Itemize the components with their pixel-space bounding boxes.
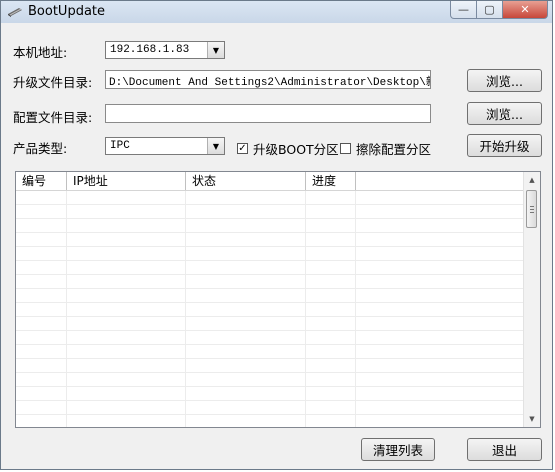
grid-line (305, 191, 306, 427)
upgrade-dir-label: 升级文件目录: (13, 75, 93, 90)
grid-line (16, 330, 525, 331)
product-type-label: 产品类型: (13, 141, 68, 156)
clear-list-button[interactable]: 清理列表 (361, 438, 435, 461)
grip-line (530, 206, 534, 207)
upgrade-boot-label: 升级BOOT分区 (253, 142, 339, 157)
exit-button[interactable]: 退出 (467, 438, 542, 461)
upgrade-boot-checkbox[interactable]: ✓ 升级BOOT分区 (237, 139, 339, 158)
main-window: BootUpdate — ▢ ✕ 本机地址: 192.168.1.83 ▼ 升级… (0, 0, 553, 470)
grid-line (185, 191, 186, 427)
title-bar[interactable]: BootUpdate — ▢ ✕ (1, 1, 552, 23)
scroll-down-arrow-icon[interactable]: ▼ (524, 411, 540, 427)
scroll-up-arrow-icon[interactable]: ▲ (524, 172, 540, 188)
upgrade-dir-value: D:\Document And Settings2\Administrator\… (109, 77, 431, 89)
upgrade-dir-field[interactable]: D:\Document And Settings2\Administrator\… (105, 70, 431, 89)
grid-line (16, 260, 525, 261)
local-address-value: 192.168.1.83 (110, 44, 190, 56)
stapler-icon (8, 8, 22, 17)
column-status[interactable]: 状态 (186, 172, 306, 190)
checkbox-unchecked-icon[interactable] (340, 143, 351, 154)
list-body[interactable] (16, 191, 525, 427)
erase-config-checkbox[interactable]: 擦除配置分区 (340, 139, 431, 158)
config-dir-field[interactable] (105, 104, 431, 123)
grip-line (530, 209, 534, 210)
column-number[interactable]: 编号 (16, 172, 67, 190)
grid-line (355, 191, 356, 427)
grid-line (16, 344, 525, 345)
start-upgrade-button[interactable]: 开始升级 (467, 134, 542, 157)
grid-line (16, 302, 525, 303)
window-title: BootUpdate (28, 4, 106, 19)
grid-line (16, 358, 525, 359)
grid-line (16, 288, 525, 289)
device-list[interactable]: 编号 IP地址 状态 进度 ▲ ▼ (15, 171, 541, 428)
grid-line (16, 386, 525, 387)
grid-line (16, 400, 525, 401)
column-ip[interactable]: IP地址 (67, 172, 186, 190)
scroll-thumb[interactable] (526, 190, 537, 228)
close-button[interactable]: ✕ (502, 1, 548, 19)
minimize-icon: — (458, 3, 469, 16)
grid-line (16, 232, 525, 233)
checkbox-checked-icon[interactable]: ✓ (237, 143, 248, 154)
grid-line (16, 414, 525, 415)
local-address-label: 本机地址: (13, 45, 68, 60)
local-address-select[interactable]: 192.168.1.83 ▼ (105, 41, 225, 59)
grip-line (530, 212, 534, 213)
chevron-down-icon[interactable]: ▼ (207, 42, 224, 58)
maximize-button[interactable]: ▢ (476, 1, 503, 19)
maximize-icon: ▢ (484, 3, 495, 16)
grid-line (16, 246, 525, 247)
product-type-value: IPC (110, 140, 130, 152)
column-progress[interactable]: 进度 (306, 172, 356, 190)
grid-line (16, 372, 525, 373)
chevron-down-icon[interactable]: ▼ (207, 138, 224, 154)
vertical-scrollbar[interactable]: ▲ ▼ (523, 172, 540, 427)
list-header: 编号 IP地址 状态 进度 (16, 172, 525, 191)
close-icon: ✕ (520, 3, 530, 16)
minimize-button[interactable]: — (450, 1, 477, 19)
grid-line (16, 274, 525, 275)
column-filler (356, 172, 525, 190)
product-type-select[interactable]: IPC ▼ (105, 137, 225, 155)
browse-upgrade-button[interactable]: 浏览... (467, 69, 542, 92)
config-dir-label: 配置文件目录: (13, 110, 93, 125)
grid-line (16, 316, 525, 317)
grid-line (16, 204, 525, 205)
browse-config-button[interactable]: 浏览... (467, 102, 542, 125)
grid-line (16, 218, 525, 219)
grid-line (66, 191, 67, 427)
erase-config-label: 擦除配置分区 (356, 142, 432, 157)
